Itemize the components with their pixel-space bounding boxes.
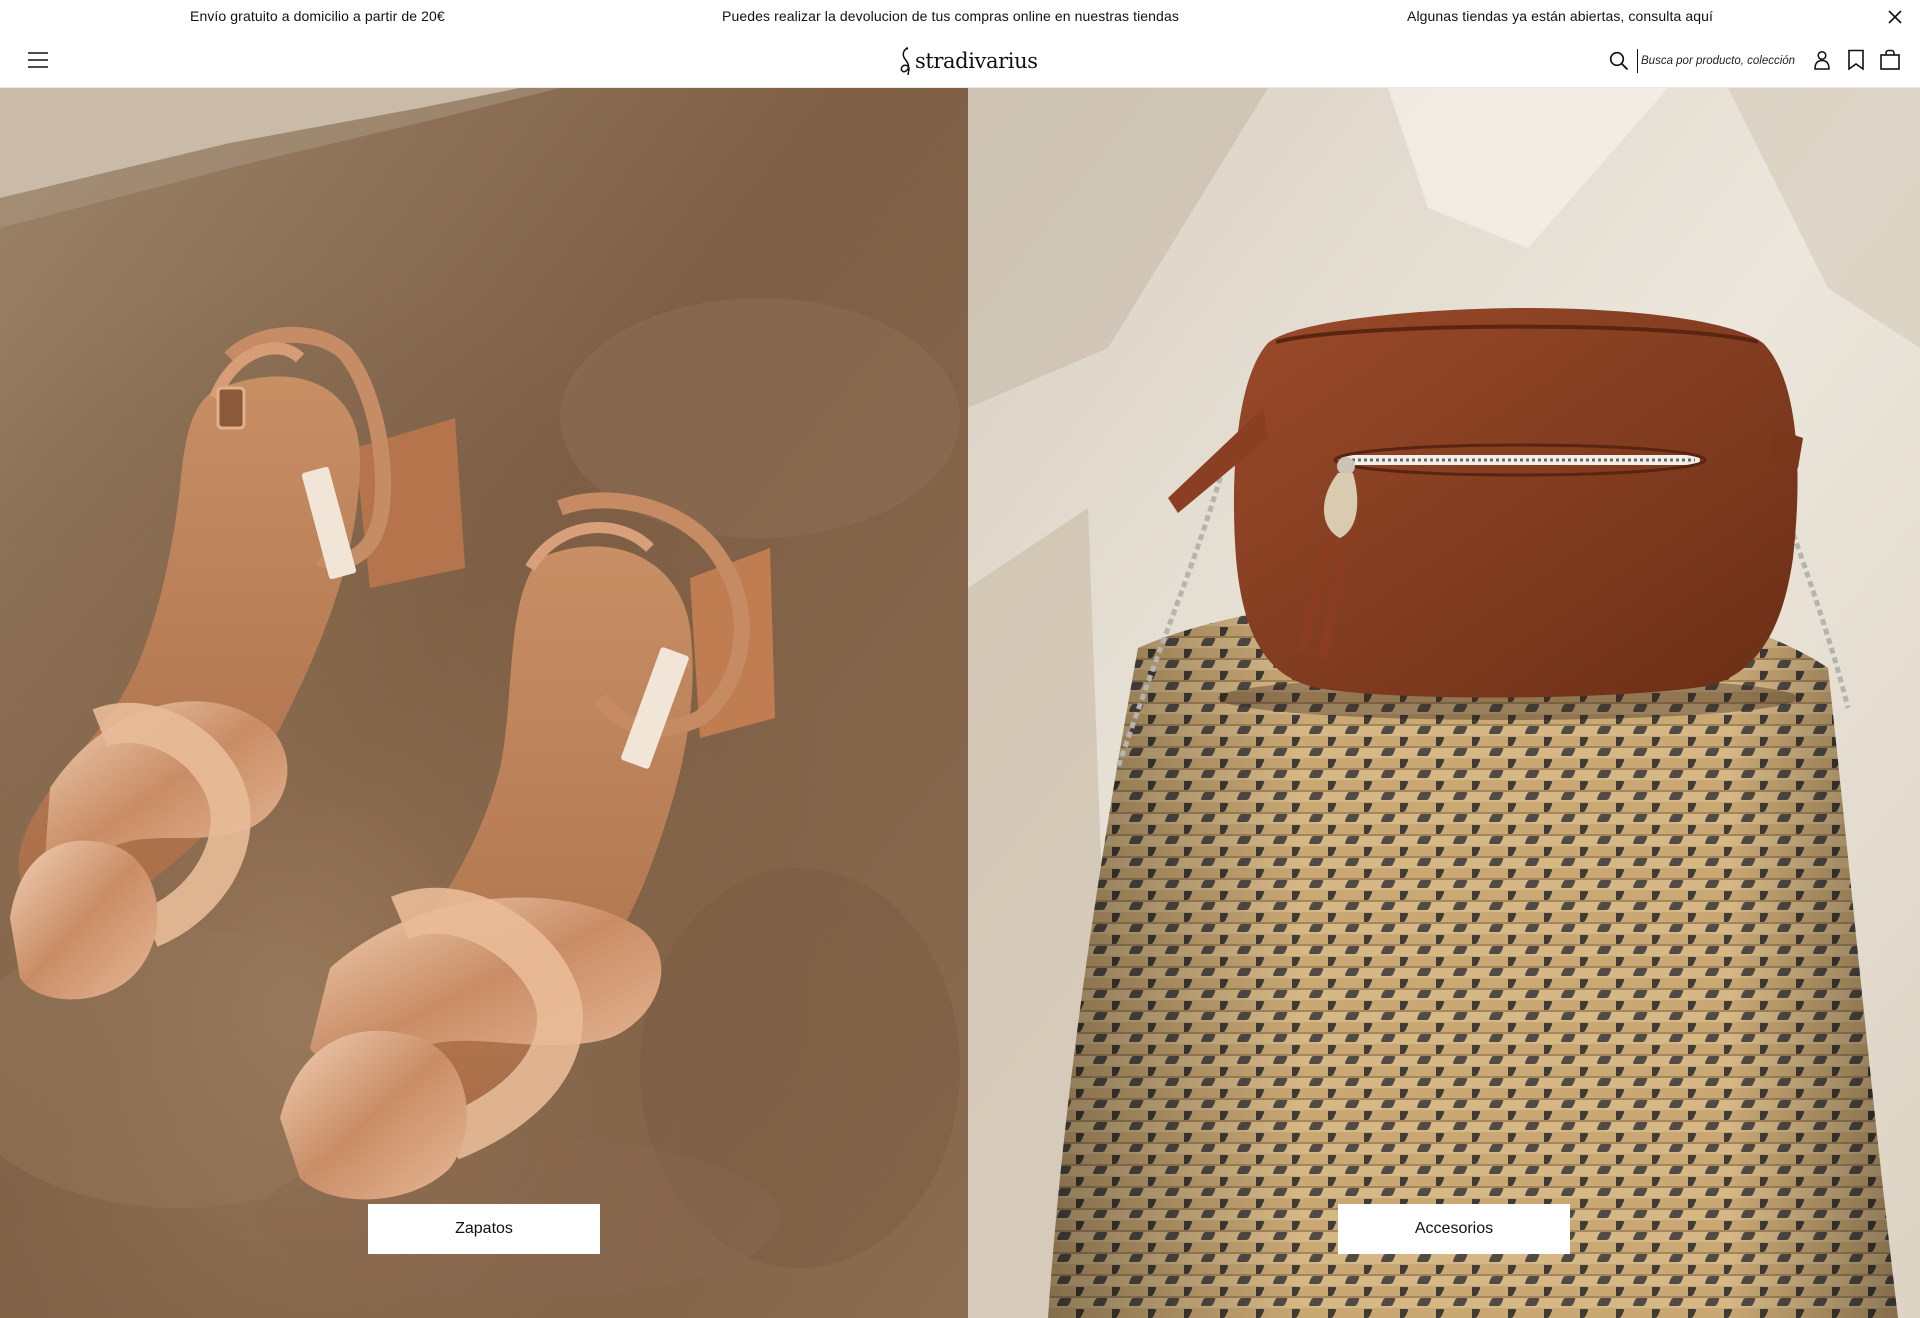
header-actions	[1810, 48, 1902, 72]
announcement-stores-open[interactable]: Algunas tiendas ya están abiertas, consu…	[1407, 8, 1713, 24]
menu-icon[interactable]	[26, 48, 50, 72]
announcement-bar: Envío gratuito a domicilio a partir de 2…	[0, 0, 1920, 34]
user-icon[interactable]	[1810, 48, 1834, 72]
accessories-category-button[interactable]: Accesorios	[1338, 1204, 1570, 1254]
brand-logo[interactable]: stradivarius	[898, 43, 1038, 79]
bag-photo	[968, 88, 1920, 1318]
sandals-photo	[0, 88, 968, 1318]
search-icon[interactable]	[1607, 49, 1631, 73]
site-header: stradivarius	[0, 34, 1920, 88]
search-input[interactable]	[1637, 49, 1795, 73]
shoes-category-button[interactable]: Zapatos	[368, 1204, 600, 1254]
hero-panel-accessories[interactable]: Accesorios	[968, 88, 1920, 1318]
announcement-returns[interactable]: Puedes realizar la devolucion de tus com…	[722, 8, 1179, 24]
bag-icon[interactable]	[1878, 48, 1902, 72]
treble-clef-icon	[898, 46, 914, 76]
logo-text: stradivarius	[915, 49, 1038, 73]
bookmark-icon[interactable]	[1844, 48, 1868, 72]
close-icon[interactable]	[1884, 6, 1906, 28]
hero-panel-shoes[interactable]: Zapatos	[0, 88, 968, 1318]
search-bar	[1607, 47, 1797, 75]
announcement-free-shipping[interactable]: Envío gratuito a domicilio a partir de 2…	[190, 8, 445, 24]
